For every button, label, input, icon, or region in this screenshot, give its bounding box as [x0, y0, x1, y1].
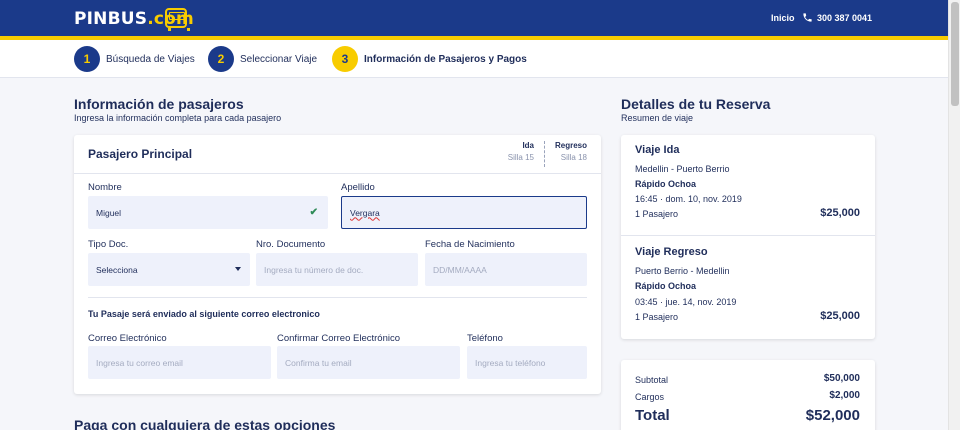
tipo-doc-label: Tipo Doc.	[88, 239, 129, 250]
reservation-subtitle: Resumen de viaje	[621, 113, 694, 123]
total-value: $52,000	[805, 407, 860, 424]
phone-number[interactable]: 300 387 0041	[817, 13, 872, 23]
ida-price: $25,000	[820, 207, 860, 219]
cargos-label: Cargos	[635, 392, 665, 402]
subtotal-value: $50,000	[823, 373, 860, 384]
cargos-value: $2,000	[829, 390, 860, 401]
step-1-label[interactable]: Búsqueda de Viajes	[106, 54, 195, 65]
correo-label: Correo Electrónico	[88, 333, 167, 344]
nro-doc-label: Nro. Documento	[256, 239, 326, 250]
phone-icon	[803, 13, 812, 22]
subtotal-label: Subtotal	[635, 375, 669, 385]
scrollbar-thumb[interactable]	[951, 2, 959, 106]
nombre-field[interactable]: Miguel ✔	[88, 196, 328, 229]
fecha-nacimiento-field[interactable]: DD/MM/AAAA	[425, 253, 587, 286]
passenger-card: Pasajero Principal Ida Silla 15 Regreso …	[74, 135, 601, 394]
regreso-company: Rápido Ochoa	[635, 281, 697, 291]
apellido-value: Vergara	[350, 207, 380, 218]
passengers-subtitle: Ingresa la información completa para cad…	[74, 113, 282, 123]
regreso-route: Puerto Berrio - Medellin	[635, 266, 730, 276]
nro-doc-field[interactable]: Ingresa tu número de doc.	[256, 253, 418, 286]
passengers-title: Información de pasajeros	[74, 96, 244, 112]
tipo-doc-select[interactable]: Selecciona	[88, 253, 250, 286]
section-divider	[88, 297, 587, 298]
bus-icon	[165, 8, 190, 31]
nombre-value: Miguel	[96, 207, 122, 218]
top-header: PINBUS.com Inicio 300 387 0041	[0, 0, 948, 36]
regreso-price: $25,000	[820, 310, 860, 322]
ida-seat: Silla 15	[507, 153, 534, 162]
checkout-steps: 1 Búsqueda de Viajes 2 Seleccionar Viaje…	[0, 40, 948, 78]
passenger-card-title: Pasajero Principal	[88, 147, 193, 161]
nombre-label: Nombre	[88, 182, 122, 193]
step-1-badge[interactable]: 1	[74, 46, 100, 72]
ida-datetime: 16:45 · dom. 10, nov. 2019	[635, 194, 742, 204]
regreso-datetime: 03:45 · jue. 14, nov. 2019	[635, 297, 737, 307]
confirmar-correo-field[interactable]: Confirma tu email	[277, 346, 460, 379]
apellido-label: Apellido	[341, 182, 375, 193]
page-scrollbar[interactable]	[948, 0, 960, 430]
email-note: Tu Pasaje será enviado al siguiente corr…	[88, 309, 320, 319]
viaje-regreso-heading: Viaje Regreso	[635, 246, 708, 258]
correo-field[interactable]: Ingresa tu correo email	[88, 346, 271, 379]
regreso-seat: Silla 18	[560, 153, 587, 162]
reservation-card: Viaje Ida Medellin - Puerto Berrio Rápid…	[621, 135, 875, 339]
viaje-ida-heading: Viaje Ida	[635, 144, 680, 156]
tipo-doc-value: Selecciona	[96, 264, 138, 275]
telefono-field[interactable]: Ingresa tu teléfono	[467, 346, 587, 379]
chevron-down-icon	[235, 267, 241, 271]
regreso-label: Regreso	[554, 141, 587, 150]
step-2-label[interactable]: Seleccionar Viaje	[240, 54, 317, 65]
telefono-label: Teléfono	[467, 333, 503, 344]
ida-label: Ida	[522, 141, 534, 150]
totals-card: Subtotal $50,000 Cargos $2,000 Total $52…	[621, 360, 875, 430]
fecha-label: Fecha de Nacimiento	[425, 239, 515, 250]
reservation-divider	[621, 235, 875, 236]
step-2-badge[interactable]: 2	[208, 46, 234, 72]
nav-inicio-link[interactable]: Inicio	[771, 13, 795, 23]
ida-route: Medellin - Puerto Berrio	[635, 164, 730, 174]
card-header-divider	[74, 173, 601, 174]
ida-passengers: 1 Pasajero	[635, 209, 679, 219]
confirmar-correo-label: Confirmar Correo Electrónico	[277, 333, 401, 344]
total-label: Total	[635, 407, 670, 424]
step-3-label: Información de Pasajeros y Pagos	[364, 54, 527, 65]
regreso-passengers: 1 Pasajero	[635, 312, 679, 322]
check-icon: ✔	[309, 207, 318, 218]
ida-company: Rápido Ochoa	[635, 179, 697, 189]
step-3-badge: 3	[332, 46, 358, 72]
apellido-field[interactable]: Vergara	[341, 196, 587, 229]
reservation-title: Detalles de tu Reserva	[621, 96, 771, 112]
payment-title: Paga con cualquiera de estas opciones	[74, 417, 336, 430]
